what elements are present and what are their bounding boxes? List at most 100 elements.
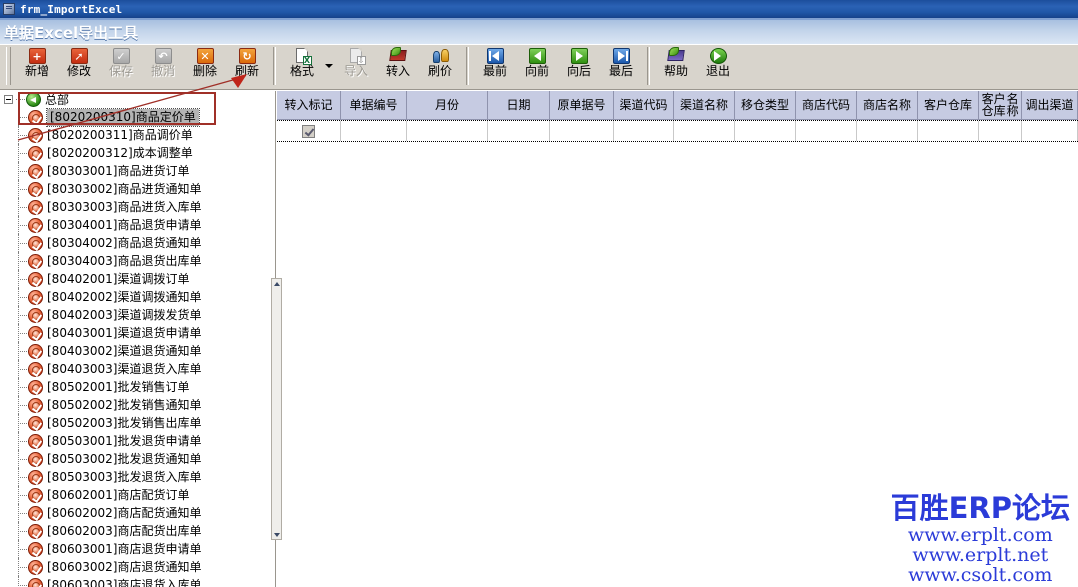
watermark-url: www.csolt.com <box>891 565 1070 585</box>
tree-connector <box>18 522 28 540</box>
tree-item[interactable]: [80502003]批发销售出库单 <box>0 414 275 432</box>
tree-item[interactable]: [80303003]商品进货入库单 <box>0 198 275 216</box>
tree-item[interactable]: [80303002]商品进货通知单 <box>0 180 275 198</box>
tree-item[interactable]: [80602003]商店配货出库单 <box>0 522 275 540</box>
tree-item[interactable]: [80402003]渠道调拨发货单 <box>0 306 275 324</box>
table-cell[interactable] <box>674 121 735 141</box>
column-header[interactable]: 转入标记 <box>277 91 341 119</box>
watermark: 百胜ERP论坛 www.erplt.com www.erplt.net www.… <box>891 491 1070 585</box>
table-cell[interactable] <box>735 121 796 141</box>
tree-item[interactable]: [80402001]渠道调拨订单 <box>0 270 275 288</box>
toolbar-button-first[interactable]: 最前 <box>474 45 516 87</box>
document-type-icon <box>28 452 43 467</box>
transfer-flag-cell[interactable] <box>277 121 341 141</box>
column-header[interactable]: 单据编号 <box>341 91 407 119</box>
toolbar-label: 保存 <box>109 65 133 78</box>
column-header[interactable]: 客户仓库 <box>918 91 979 119</box>
tree-item[interactable]: [80602002]商店配货通知单 <box>0 504 275 522</box>
table-row[interactable] <box>277 120 1078 142</box>
toolbar-button-last[interactable]: 最后 <box>600 45 642 87</box>
toolbar-button-transfer-in[interactable]: 转入 <box>377 45 419 87</box>
tree-item[interactable]: [80402002]渠道调拨通知单 <box>0 288 275 306</box>
table-cell[interactable] <box>341 121 407 141</box>
tree-item[interactable]: [80304001]商品退货申请单 <box>0 216 275 234</box>
toolbar-button-undo[interactable]: ↶ 撤消 <box>142 45 184 87</box>
tree-connector <box>18 342 28 360</box>
tree-item-label: [80502001]批发销售订单 <box>47 380 189 395</box>
column-header[interactable]: 渠道名称 <box>674 91 735 119</box>
data-grid-body[interactable] <box>277 120 1078 142</box>
toolbar-grip[interactable] <box>6 47 11 85</box>
tree-item[interactable]: [80303001]商品进货订单 <box>0 162 275 180</box>
table-cell[interactable] <box>550 121 614 141</box>
toolbar-button-delete[interactable]: ✕ 删除 <box>184 45 226 87</box>
toolbar-button-save[interactable]: ✓ 保存 <box>100 45 142 87</box>
column-header[interactable]: 移仓类型 <box>735 91 796 119</box>
tree-item[interactable]: [80304003]商品退货出库单 <box>0 252 275 270</box>
table-cell[interactable] <box>407 121 488 141</box>
toolbar-button-refresh-price[interactable]: 刷价 <box>419 45 461 87</box>
tree-item[interactable]: [80503002]批发退货通知单 <box>0 450 275 468</box>
add-icon: + <box>29 48 46 64</box>
table-cell[interactable] <box>857 121 918 141</box>
toolbar-button-import[interactable]: ⇩ 导入 <box>335 45 377 87</box>
table-cell[interactable] <box>979 121 1022 141</box>
tree-item[interactable]: [80603001]商店退货申请单 <box>0 540 275 558</box>
checkbox[interactable] <box>302 125 315 138</box>
tree-item-label: [80402001]渠道调拨订单 <box>47 272 189 287</box>
tree-item-label: [80403003]渠道退货入库单 <box>47 362 201 377</box>
toolbar-button-add[interactable]: + 新增 <box>16 45 58 87</box>
toolbar-button-exit[interactable]: 退出 <box>697 45 739 87</box>
undo-icon: ↶ <box>155 48 172 64</box>
tree-scrollbar[interactable] <box>271 278 282 540</box>
chevron-down-icon[interactable] <box>323 45 335 87</box>
scroll-up-icon[interactable] <box>272 279 281 288</box>
tree-item-list: [8020200310]商品定价单[8020200311]商品调价单[80202… <box>0 108 275 587</box>
tree-item[interactable]: [80603002]商店退货通知单 <box>0 558 275 576</box>
table-cell[interactable] <box>488 121 550 141</box>
data-grid-header: 转入标记单据编号月份日期原单据号渠道代码渠道名称移仓类型商店代码商店名称客户仓库… <box>277 91 1078 120</box>
tree-item[interactable]: [80603003]商店退货入库单 <box>0 576 275 587</box>
tree-item[interactable]: [80602001]商店配货订单 <box>0 486 275 504</box>
save-icon: ✓ <box>113 48 130 64</box>
tree-item[interactable]: [80403001]渠道退货申请单 <box>0 324 275 342</box>
table-cell[interactable] <box>796 121 857 141</box>
table-cell[interactable] <box>614 121 674 141</box>
toolbar-button-edit[interactable]: ➚ 修改 <box>58 45 100 87</box>
tree-item[interactable]: [80502002]批发销售通知单 <box>0 396 275 414</box>
toolbar-label: 向后 <box>567 65 591 78</box>
column-header[interactable]: 渠道代码 <box>614 91 674 119</box>
document-type-tree[interactable]: 总部 [8020200310]商品定价单[8020200311]商品调价单[80… <box>0 91 276 587</box>
column-header[interactable]: 月份 <box>407 91 488 119</box>
tree-item-label: [80303001]商品进货订单 <box>47 164 189 179</box>
scroll-down-icon[interactable] <box>272 530 281 539</box>
table-cell[interactable] <box>1022 121 1078 141</box>
tree-item-label: [80304001]商品退货申请单 <box>47 218 201 233</box>
tree-connector <box>18 216 28 234</box>
column-header[interactable]: 客户仓库名称 <box>979 91 1022 119</box>
column-header[interactable]: 调出渠道 <box>1022 91 1078 119</box>
tree-item[interactable]: [80403002]渠道退货通知单 <box>0 342 275 360</box>
tree-expander-icon[interactable] <box>4 95 13 104</box>
toolbar-button-help[interactable]: 帮助 <box>655 45 697 87</box>
toolbar-button-refresh[interactable]: ↻ 刷新 <box>226 45 268 87</box>
table-cell[interactable] <box>918 121 979 141</box>
column-header[interactable]: 商店名称 <box>857 91 918 119</box>
tree-item[interactable]: [80403003]渠道退货入库单 <box>0 360 275 378</box>
document-type-icon <box>28 128 43 143</box>
tree-item[interactable]: [8020200311]商品调价单 <box>0 126 275 144</box>
toolbar-button-next[interactable]: 向后 <box>558 45 600 87</box>
tree-item[interactable]: [80503003]批发退货入库单 <box>0 468 275 486</box>
tree-item[interactable]: [8020200312]成本调整单 <box>0 144 275 162</box>
tree-item[interactable]: [80502001]批发销售订单 <box>0 378 275 396</box>
toolbar-button-format[interactable]: X 格式 <box>281 45 323 87</box>
document-type-icon <box>28 200 43 215</box>
column-header[interactable]: 商店代码 <box>796 91 857 119</box>
tree-item[interactable]: [80304002]商品退货通知单 <box>0 234 275 252</box>
column-header[interactable]: 日期 <box>488 91 550 119</box>
tree-root-node[interactable]: 总部 <box>0 91 275 108</box>
tree-item[interactable]: [80503001]批发退货申请单 <box>0 432 275 450</box>
toolbar-button-prev[interactable]: 向前 <box>516 45 558 87</box>
column-header[interactable]: 原单据号 <box>550 91 614 119</box>
tree-item[interactable]: [8020200310]商品定价单 <box>0 108 275 126</box>
